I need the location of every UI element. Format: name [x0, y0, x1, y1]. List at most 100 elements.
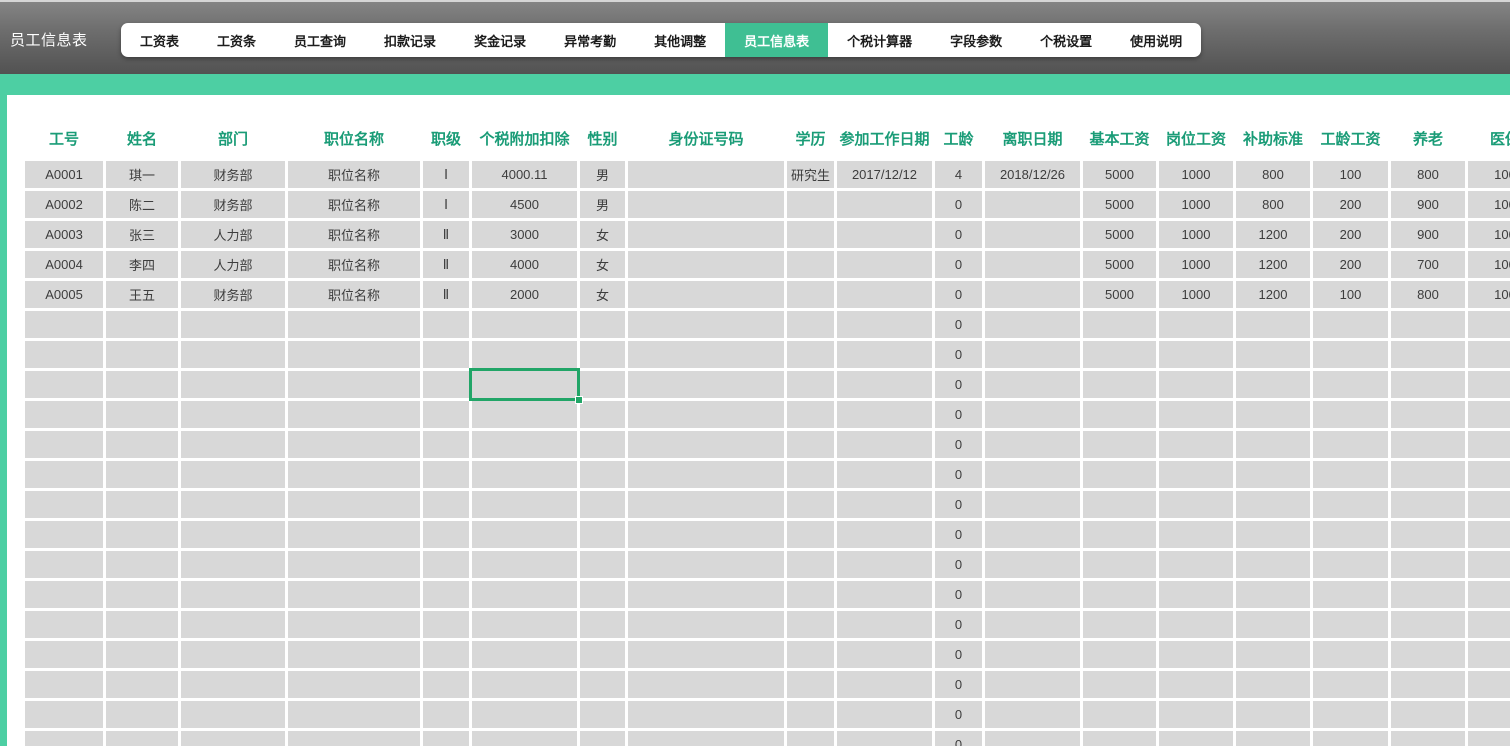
cell-work-start-date[interactable] [837, 701, 932, 728]
cell-post-salary[interactable] [1159, 401, 1233, 428]
cell-leave-date[interactable] [985, 611, 1080, 638]
cell-medical[interactable]: 100 [1468, 221, 1510, 248]
cell-gender[interactable] [580, 401, 625, 428]
cell-grade[interactable]: Ⅱ [423, 281, 469, 308]
cell-emp-id[interactable] [25, 671, 103, 698]
cell-tax-deduction[interactable]: 3000 [472, 221, 577, 248]
cell-education[interactable] [787, 611, 834, 638]
cell-emp-id[interactable] [25, 491, 103, 518]
cell-seniority-pay[interactable] [1313, 551, 1388, 578]
cell-id-number[interactable] [628, 161, 784, 188]
fill-handle[interactable] [575, 396, 583, 404]
cell-gender[interactable] [580, 461, 625, 488]
cell-tax-deduction[interactable]: 4000 [472, 251, 577, 278]
cell-subsidy[interactable] [1236, 341, 1310, 368]
cell-seniority-pay[interactable] [1313, 611, 1388, 638]
cell-gender[interactable] [580, 491, 625, 518]
cell-gender[interactable]: 女 [580, 251, 625, 278]
cell-emp-id[interactable]: A0003 [25, 221, 103, 248]
tab-12[interactable]: 使用说明 [1111, 23, 1201, 57]
cell-seniority-pay[interactable] [1313, 311, 1388, 338]
cell-emp-id[interactable] [25, 551, 103, 578]
cell-work-start-date[interactable] [837, 281, 932, 308]
cell-tax-deduction[interactable] [472, 671, 577, 698]
cell-tax-deduction[interactable]: 2000 [472, 281, 577, 308]
cell-position-title[interactable]: 职位名称 [288, 251, 420, 278]
cell-work-start-date[interactable] [837, 491, 932, 518]
cell-seniority-years[interactable]: 0 [935, 641, 982, 668]
cell-gender[interactable] [580, 671, 625, 698]
tab-7[interactable]: 其他调整 [635, 23, 725, 57]
cell-grade[interactable] [423, 341, 469, 368]
cell-seniority-years[interactable]: 0 [935, 281, 982, 308]
cell-position-title[interactable] [288, 611, 420, 638]
cell-seniority-pay[interactable] [1313, 341, 1388, 368]
cell-leave-date[interactable]: 2018/12/26 [985, 161, 1080, 188]
cell-seniority-pay[interactable]: 100 [1313, 281, 1388, 308]
cell-emp-id[interactable] [25, 311, 103, 338]
cell-seniority-years[interactable]: 0 [935, 191, 982, 218]
cell-department[interactable] [181, 311, 285, 338]
tab-1[interactable]: 工资表 [121, 23, 198, 57]
cell-education[interactable] [787, 701, 834, 728]
cell-post-salary[interactable] [1159, 701, 1233, 728]
cell-medical[interactable] [1468, 311, 1510, 338]
cell-leave-date[interactable] [985, 731, 1080, 746]
cell-seniority-years[interactable]: 0 [935, 701, 982, 728]
cell-emp-id[interactable] [25, 401, 103, 428]
cell-position-title[interactable] [288, 701, 420, 728]
cell-pension[interactable] [1391, 671, 1465, 698]
cell-seniority-pay[interactable] [1313, 731, 1388, 746]
cell-pension[interactable] [1391, 431, 1465, 458]
cell-department[interactable]: 财务部 [181, 191, 285, 218]
cell-medical[interactable] [1468, 371, 1510, 398]
cell-subsidy[interactable] [1236, 611, 1310, 638]
cell-grade[interactable]: Ⅰ [423, 161, 469, 188]
cell-pension[interactable] [1391, 401, 1465, 428]
cell-name[interactable] [106, 401, 178, 428]
cell-name[interactable] [106, 311, 178, 338]
cell-grade[interactable] [423, 311, 469, 338]
cell-gender[interactable] [580, 611, 625, 638]
cell-education[interactable] [787, 191, 834, 218]
cell-medical[interactable] [1468, 581, 1510, 608]
cell-grade[interactable]: Ⅰ [423, 191, 469, 218]
cell-subsidy[interactable] [1236, 731, 1310, 746]
cell-tax-deduction[interactable] [472, 461, 577, 488]
cell-gender[interactable]: 女 [580, 281, 625, 308]
cell-base-salary[interactable] [1083, 611, 1156, 638]
cell-grade[interactable] [423, 671, 469, 698]
cell-id-number[interactable] [628, 431, 784, 458]
cell-education[interactable] [787, 281, 834, 308]
cell-gender[interactable] [580, 371, 625, 398]
cell-pension[interactable]: 900 [1391, 191, 1465, 218]
cell-emp-id[interactable] [25, 581, 103, 608]
cell-emp-id[interactable] [25, 431, 103, 458]
cell-work-start-date[interactable] [837, 251, 932, 278]
cell-tax-deduction[interactable] [472, 491, 577, 518]
cell-base-salary[interactable] [1083, 551, 1156, 578]
cell-base-salary[interactable]: 5000 [1083, 191, 1156, 218]
cell-medical[interactable] [1468, 641, 1510, 668]
cell-grade[interactable] [423, 461, 469, 488]
cell-position-title[interactable]: 职位名称 [288, 161, 420, 188]
cell-name[interactable] [106, 371, 178, 398]
cell-seniority-years[interactable]: 0 [935, 341, 982, 368]
cell-subsidy[interactable] [1236, 461, 1310, 488]
cell-department[interactable] [181, 461, 285, 488]
cell-base-salary[interactable] [1083, 731, 1156, 746]
cell-education[interactable]: 研究生 [787, 161, 834, 188]
cell-post-salary[interactable] [1159, 431, 1233, 458]
cell-gender[interactable] [580, 731, 625, 746]
cell-leave-date[interactable] [985, 551, 1080, 578]
cell-department[interactable] [181, 491, 285, 518]
cell-work-start-date[interactable] [837, 731, 932, 746]
cell-name[interactable] [106, 341, 178, 368]
cell-position-title[interactable] [288, 731, 420, 746]
cell-department[interactable]: 财务部 [181, 281, 285, 308]
cell-subsidy[interactable] [1236, 311, 1310, 338]
cell-department[interactable] [181, 551, 285, 578]
cell-subsidy[interactable]: 800 [1236, 161, 1310, 188]
cell-id-number[interactable] [628, 341, 784, 368]
cell-base-salary[interactable]: 5000 [1083, 221, 1156, 248]
